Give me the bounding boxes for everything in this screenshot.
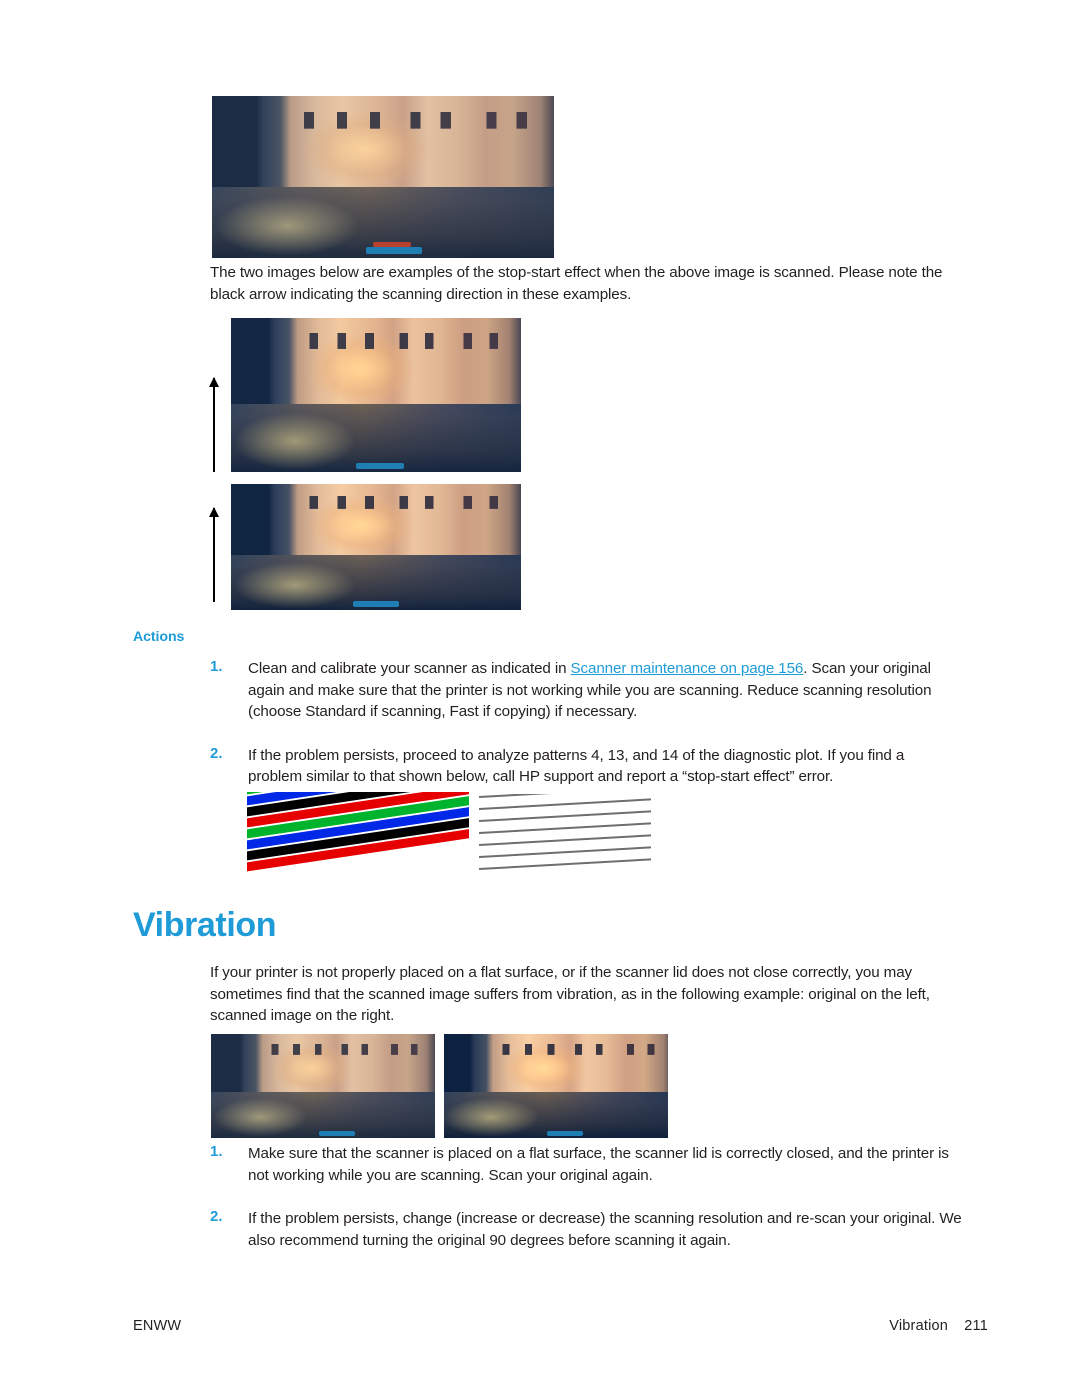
list-item-text: If the problem persists, proceed to anal… (248, 746, 905, 786)
list-item-text-before-link: Clean and calibrate your scanner as indi… (248, 660, 571, 677)
scanner-maintenance-link[interactable]: Scanner maintenance on page 156 (571, 660, 804, 677)
list-item-text: Clean and calibrate your scanner as indi… (248, 658, 962, 723)
photo-content (212, 96, 554, 258)
list-item: 1. Clean and calibrate your scanner as i… (210, 658, 962, 723)
list-item-number: 2. (210, 744, 223, 762)
list-item: 1. Make sure that the scanner is placed … (210, 1143, 962, 1186)
photo-content (231, 318, 521, 472)
figure-diagnostic-plot (247, 792, 655, 882)
boat-detail (547, 1131, 584, 1136)
vibration-paragraph: If your printer is not properly placed o… (210, 964, 930, 1024)
photo-content (231, 484, 521, 610)
list-item-text: Make sure that the scanner is placed on … (248, 1145, 949, 1184)
footer-locale: ENWW (133, 1318, 182, 1334)
boat-detail (318, 1131, 355, 1136)
figure-vibration-scanned (444, 1034, 668, 1138)
list-item-number: 1. (210, 1143, 223, 1160)
gray-line (479, 809, 651, 822)
footer-section: Vibration 211 (889, 1318, 988, 1334)
scan-direction-arrow-2 (209, 507, 219, 602)
photo-content (211, 1034, 435, 1138)
diagnostic-gray-lines (479, 794, 651, 878)
page-title-vibration: Vibration (133, 906, 277, 944)
gray-line (479, 821, 651, 834)
gray-line (479, 845, 651, 858)
figure-stopstart-photo-1 (231, 318, 521, 472)
list-item-text: If the problem persists, change (increas… (248, 1210, 962, 1249)
list-item: 2. If the problem persists, change (incr… (210, 1208, 962, 1251)
gray-line (479, 833, 651, 846)
vibration-list: 1. Make sure that the scanner is placed … (210, 1143, 962, 1267)
boat-detail (355, 463, 404, 469)
boat-detail (352, 601, 399, 607)
figure-original-photo (212, 96, 554, 258)
photo-content (444, 1034, 668, 1138)
diagnostic-color-stripes (247, 792, 469, 880)
actions-list: 1. Clean and calibrate your scanner as i… (210, 658, 962, 804)
list-item-number: 1. (210, 658, 223, 675)
boat-detail-red (372, 242, 411, 247)
document-page: The two images below are examples of the… (0, 0, 1080, 1397)
list-item: 2. If the problem persists, proceed to a… (210, 745, 962, 788)
footer-section-name: Vibration (889, 1318, 949, 1334)
figure-stopstart-photo-2 (231, 484, 521, 610)
gray-line (479, 857, 651, 870)
gray-line (479, 797, 651, 810)
intro-paragraph: The two images below are examples of the… (210, 264, 943, 303)
actions-heading: Actions (133, 629, 185, 645)
footer-page-number: 211 (964, 1318, 988, 1334)
figure-vibration-original (211, 1034, 435, 1138)
gray-line (479, 794, 651, 798)
boat-detail (365, 247, 422, 254)
scan-direction-arrow-1 (209, 377, 219, 472)
list-item-number: 2. (210, 1208, 223, 1225)
